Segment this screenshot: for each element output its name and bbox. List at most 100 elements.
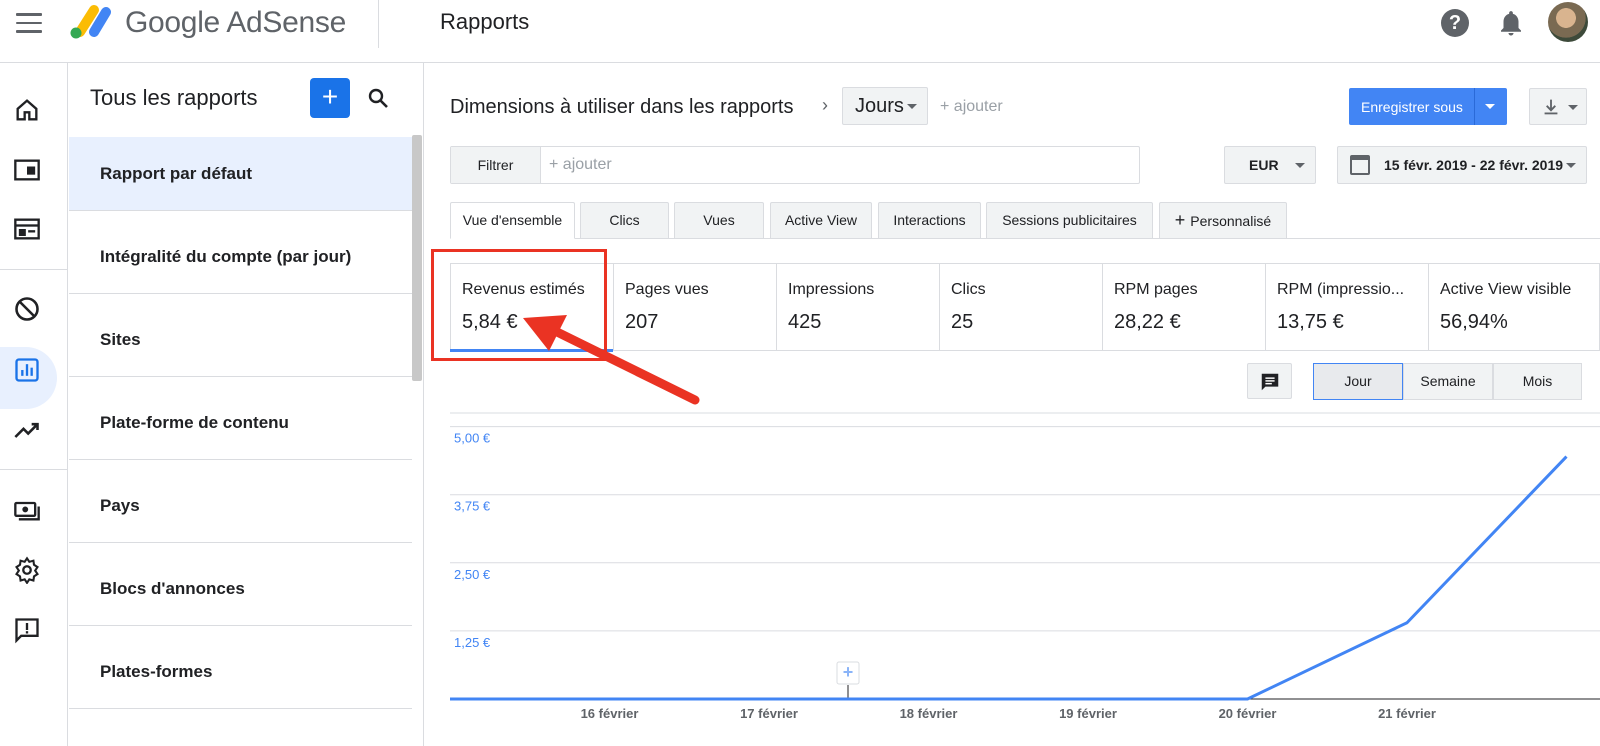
reports-scrollbar[interactable] [412, 135, 422, 381]
metric-label: RPM pages [1114, 281, 1198, 298]
settings-gear-icon[interactable] [13, 556, 41, 584]
sites-icon[interactable] [13, 156, 41, 184]
x-tick-label: 21 février [1378, 706, 1436, 721]
caret-down-icon [1566, 163, 1576, 168]
user-avatar[interactable] [1548, 2, 1588, 42]
date-range-picker[interactable]: 15 févr. 2019 - 22 févr. 2019 [1337, 146, 1587, 184]
metric-card-clicks[interactable]: Clics 25 [940, 264, 1103, 350]
report-item-sites[interactable]: Sites [69, 303, 412, 377]
app-name: Google AdSense [125, 6, 346, 39]
metric-card-page-rpm[interactable]: RPM pages 28,22 € [1103, 264, 1266, 350]
revenue-line-chart: 5,00 € 3,75 € 2,50 € 1,25 € 16 février 17 fév… [450, 412, 1600, 721]
date-range-value: 15 févr. 2019 - 22 févr. 2019 [1384, 157, 1564, 173]
y-tick-label: 3,75 € [454, 499, 491, 514]
tab-ad-sessions[interactable]: Sessions publicitaires [986, 202, 1153, 239]
report-item-content-platform[interactable]: Plate-forme de contenu [69, 386, 412, 460]
currency-select[interactable]: EUR [1224, 146, 1316, 184]
plus-icon: + [1174, 210, 1191, 230]
page-title: Rapports [440, 9, 530, 34]
report-item-ad-units[interactable]: Blocs d'annonces [69, 552, 412, 626]
x-tick-label: 19 février [1059, 706, 1117, 721]
filter-bar[interactable]: Filtrer + ajouter [450, 146, 1140, 184]
metric-value: 25 [951, 311, 974, 333]
report-item-countries[interactable]: Pays [69, 469, 412, 543]
report-item-platforms[interactable]: Plates-formes [69, 635, 412, 709]
metric-value: 56,94% [1440, 311, 1508, 333]
top-app-bar: Google AdSense Rapports ? [0, 0, 1600, 63]
period-day-button[interactable]: Jour [1313, 363, 1403, 400]
caret-down-icon[interactable] [1485, 104, 1495, 109]
download-button[interactable] [1529, 88, 1587, 125]
report-item-default[interactable]: Rapport par défaut [69, 137, 412, 211]
tab-active-view[interactable]: Active View [770, 202, 872, 239]
header-divider [378, 0, 379, 48]
tab-overview[interactable]: Vue d'ensemble [450, 202, 575, 239]
currency-value: EUR [1249, 157, 1279, 173]
x-tick-label: 20 février [1219, 706, 1277, 721]
reports-panel-title: Tous les rapports [90, 85, 258, 110]
navigation-rail [0, 63, 68, 746]
rail-divider [0, 469, 68, 470]
metric-card-active-view[interactable]: Active View visible 56,94% [1429, 264, 1592, 350]
x-tick-label: 16 février [581, 706, 639, 721]
add-dimension-link[interactable]: + ajouter [940, 98, 1003, 116]
dimension-value: Jours [855, 95, 904, 117]
series-line [450, 455, 1568, 701]
y-tick-label: 1,25 € [454, 635, 491, 650]
tab-custom[interactable]: + Personnalisé [1159, 202, 1287, 239]
save-as-button[interactable]: Enregistrer sous [1349, 88, 1507, 125]
annotations-button[interactable] [1247, 363, 1292, 399]
report-item-account[interactable]: Intégralité du compte (par jour) [69, 220, 412, 294]
period-week-button[interactable]: Semaine [1403, 363, 1493, 400]
tab-custom-label: Personnalisé [1190, 213, 1272, 229]
tab-views[interactable]: Vues [674, 202, 764, 239]
save-as-label: Enregistrer sous [1361, 99, 1463, 115]
y-tick-label: 5,00 € [454, 431, 491, 446]
metric-label: Clics [951, 281, 986, 298]
metric-label: Active View visible [1440, 281, 1572, 298]
adsense-logo-icon [70, 5, 111, 39]
add-report-button[interactable]: + [310, 78, 350, 118]
y-tick-label: 2,50 € [454, 567, 491, 582]
menu-icon[interactable] [16, 13, 42, 33]
reports-icon[interactable] [13, 356, 41, 384]
x-tick-label: 18 février [900, 706, 958, 721]
notifications-bell-icon[interactable] [1496, 8, 1526, 38]
dimensions-label: Dimensions à utiliser dans les rapports [450, 96, 794, 118]
filter-input[interactable]: + ajouter [549, 156, 612, 174]
chevron-right-icon: › [822, 95, 828, 115]
x-tick-label: 17 février [740, 706, 798, 721]
reports-panel: Tous les rapports + Rapport par défaut I… [69, 63, 424, 746]
caret-down-icon [1568, 105, 1578, 110]
blocking-controls-icon[interactable] [13, 295, 41, 323]
metric-label: Pages vues [625, 281, 709, 298]
filter-label[interactable]: Filtrer [451, 147, 541, 183]
help-icon[interactable]: ? [1441, 9, 1469, 37]
metric-card-impression-rpm[interactable]: RPM (impressio... 13,75 € [1266, 264, 1429, 350]
metric-label: Impressions [788, 281, 875, 298]
annotation-arrow [523, 315, 700, 405]
home-icon[interactable] [13, 96, 41, 124]
metric-card-impressions[interactable]: Impressions 425 [777, 264, 940, 350]
calendar-icon [1350, 155, 1370, 175]
rail-divider [0, 269, 68, 270]
dimension-select[interactable]: Jours [842, 87, 928, 125]
ads-icon[interactable] [13, 215, 41, 243]
metric-value: 13,75 € [1277, 311, 1344, 333]
period-month-button[interactable]: Mois [1493, 363, 1582, 400]
metric-value: 425 [788, 311, 822, 333]
report-main-area: Dimensions à utiliser dans les rapports … [424, 63, 1600, 746]
metric-label: RPM (impressio... [1277, 281, 1405, 298]
tab-interactions[interactable]: Interactions [878, 202, 981, 239]
optimization-trend-icon[interactable] [13, 416, 41, 444]
plus-icon: + [843, 662, 854, 682]
caret-down-icon [1295, 163, 1305, 168]
tab-clicks[interactable]: Clics [580, 202, 669, 239]
comment-icon [1261, 373, 1279, 391]
split-divider [1474, 88, 1475, 125]
payments-icon[interactable] [13, 496, 41, 524]
search-icon[interactable] [366, 86, 390, 110]
caret-down-icon [907, 104, 917, 109]
feedback-icon[interactable] [13, 616, 41, 644]
metric-value: 28,22 € [1114, 311, 1181, 333]
